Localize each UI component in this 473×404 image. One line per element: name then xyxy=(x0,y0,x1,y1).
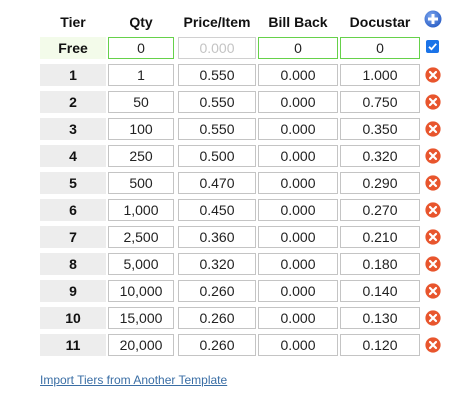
delete-tier-icon[interactable] xyxy=(425,121,441,137)
price-input[interactable] xyxy=(178,253,256,275)
price-input[interactable] xyxy=(178,307,256,329)
qty-input[interactable] xyxy=(108,280,174,302)
import-tiers-link[interactable]: Import Tiers from Another Template xyxy=(40,373,227,387)
qty-input[interactable] xyxy=(108,172,174,194)
delete-tier-icon[interactable] xyxy=(425,283,441,299)
header-docustar: Docustar xyxy=(349,14,411,30)
tier-label: 5 xyxy=(40,172,106,194)
price-input[interactable] xyxy=(178,172,256,194)
free-qty-input[interactable] xyxy=(108,37,174,59)
billback-input[interactable] xyxy=(258,253,338,275)
qty-input[interactable] xyxy=(108,118,174,140)
billback-input[interactable] xyxy=(258,118,338,140)
billback-input[interactable] xyxy=(258,172,338,194)
delete-tier-icon[interactable] xyxy=(425,256,441,272)
price-input[interactable] xyxy=(178,145,256,167)
docustar-input[interactable] xyxy=(340,172,420,194)
billback-input[interactable] xyxy=(258,334,338,356)
header-qty: Qty xyxy=(129,14,153,30)
header-bill-back: Bill Back xyxy=(268,14,328,30)
tier-label: 1 xyxy=(40,64,106,86)
delete-tier-icon[interactable] xyxy=(425,202,441,218)
delete-tier-icon[interactable] xyxy=(425,67,441,83)
docustar-input[interactable] xyxy=(340,145,420,167)
qty-input[interactable] xyxy=(108,91,174,113)
billback-input[interactable] xyxy=(258,226,338,248)
tier-label: 6 xyxy=(40,199,106,221)
docustar-input[interactable] xyxy=(340,253,420,275)
tier-label-free: Free xyxy=(40,37,106,59)
delete-tier-icon[interactable] xyxy=(425,229,441,245)
tier-label: 7 xyxy=(40,226,106,248)
billback-input[interactable] xyxy=(258,307,338,329)
tier-label: 10 xyxy=(40,307,106,329)
delete-tier-icon[interactable] xyxy=(425,148,441,164)
billback-input[interactable] xyxy=(258,91,338,113)
delete-tier-icon[interactable] xyxy=(425,175,441,191)
docustar-input[interactable] xyxy=(340,64,420,86)
price-input[interactable] xyxy=(178,226,256,248)
price-input[interactable] xyxy=(178,280,256,302)
price-input[interactable] xyxy=(178,91,256,113)
price-input[interactable] xyxy=(178,199,256,221)
price-input[interactable] xyxy=(178,64,256,86)
free-tier-checkbox[interactable] xyxy=(426,40,439,53)
price-input[interactable] xyxy=(178,118,256,140)
docustar-input[interactable] xyxy=(340,91,420,113)
billback-input[interactable] xyxy=(258,64,338,86)
delete-tier-icon[interactable] xyxy=(425,310,441,326)
docustar-input[interactable] xyxy=(340,280,420,302)
docustar-input[interactable] xyxy=(340,334,420,356)
qty-input[interactable] xyxy=(108,226,174,248)
qty-input[interactable] xyxy=(108,334,174,356)
price-input[interactable] xyxy=(178,334,256,356)
tier-label: 2 xyxy=(40,91,106,113)
free-billback-input[interactable] xyxy=(258,37,338,59)
qty-input[interactable] xyxy=(108,253,174,275)
qty-input[interactable] xyxy=(108,199,174,221)
qty-input[interactable] xyxy=(108,64,174,86)
free-docustar-input[interactable] xyxy=(340,37,420,59)
qty-input[interactable] xyxy=(108,145,174,167)
header-tier: Tier xyxy=(60,14,86,30)
tier-label: 3 xyxy=(40,118,106,140)
header-price-item: Price/Item xyxy=(183,14,251,30)
delete-tier-icon[interactable] xyxy=(425,337,441,353)
delete-tier-icon[interactable] xyxy=(425,94,441,110)
tier-label: 11 xyxy=(40,334,106,356)
docustar-input[interactable] xyxy=(340,118,420,140)
docustar-input[interactable] xyxy=(340,199,420,221)
docustar-input[interactable] xyxy=(340,307,420,329)
free-price-input xyxy=(178,37,256,59)
billback-input[interactable] xyxy=(258,280,338,302)
add-tier-icon[interactable] xyxy=(424,10,442,28)
tier-label: 9 xyxy=(40,280,106,302)
tier-label: 8 xyxy=(40,253,106,275)
billback-input[interactable] xyxy=(258,145,338,167)
tier-label: 4 xyxy=(40,145,106,167)
docustar-input[interactable] xyxy=(340,226,420,248)
qty-input[interactable] xyxy=(108,307,174,329)
billback-input[interactable] xyxy=(258,199,338,221)
